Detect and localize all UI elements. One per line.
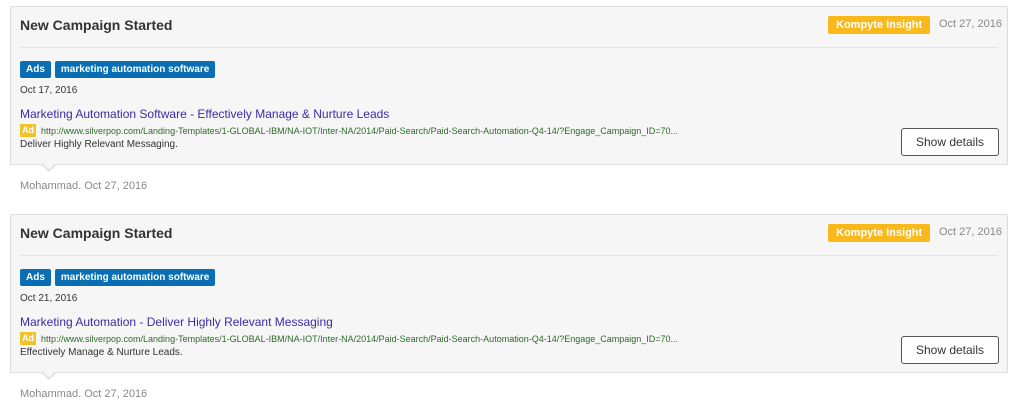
ad-label-badge: Ad <box>20 332 36 345</box>
show-details-button[interactable]: Show details <box>901 128 999 156</box>
show-details-button[interactable]: Show details <box>901 336 999 364</box>
card-title: New Campaign Started <box>20 225 173 241</box>
ad-display-url: http://www.silverpop.com/Landing-Templat… <box>41 125 679 136</box>
card-divider <box>20 47 998 48</box>
insight-badge: Kompyte Insight <box>828 16 931 34</box>
insight-badge: Kompyte Insight <box>828 224 931 242</box>
card-title: New Campaign Started <box>20 17 173 33</box>
insight-card: New Campaign Started Kompyte Insight Oct… <box>10 214 1008 380</box>
ad-description: Deliver Highly Relevant Messaging. <box>20 139 178 150</box>
card-pointer <box>41 163 57 172</box>
ad-label-badge: Ad <box>20 124 36 137</box>
tag-list: Ads marketing automation software <box>20 61 216 78</box>
ad-headline-link[interactable]: Marketing Automation - Deliver Highly Re… <box>20 315 333 329</box>
card-date: Oct 27, 2016 <box>939 226 1002 238</box>
insight-card: New Campaign Started Kompyte Insight Oct… <box>10 6 1008 172</box>
card-author-line: Mohammad. Oct 27, 2016 <box>20 388 148 400</box>
card-author-line: Mohammad. Oct 27, 2016 <box>20 180 148 192</box>
ad-date: Oct 21, 2016 <box>20 293 78 304</box>
card-divider <box>20 255 998 256</box>
ad-display-url: http://www.silverpop.com/Landing-Templat… <box>41 333 679 344</box>
card-date: Oct 27, 2016 <box>939 18 1002 30</box>
card-pointer <box>41 371 57 380</box>
tag-list: Ads marketing automation software <box>20 269 216 286</box>
ad-url-row: Ad http://www.silverpop.com/Landing-Temp… <box>20 124 678 137</box>
ad-headline-link[interactable]: Marketing Automation Software - Effectiv… <box>20 107 389 121</box>
insight-feed: New Campaign Started Kompyte Insight Oct… <box>0 0 1024 409</box>
tag-ads[interactable]: Ads <box>20 269 51 286</box>
ad-description: Effectively Manage & Nurture Leads. <box>20 347 183 358</box>
tag-ads[interactable]: Ads <box>20 61 51 78</box>
ad-url-row: Ad http://www.silverpop.com/Landing-Temp… <box>20 332 678 345</box>
tag-keyword[interactable]: marketing automation software <box>54 61 216 78</box>
tag-keyword[interactable]: marketing automation software <box>54 269 216 286</box>
ad-date: Oct 17, 2016 <box>20 85 78 96</box>
